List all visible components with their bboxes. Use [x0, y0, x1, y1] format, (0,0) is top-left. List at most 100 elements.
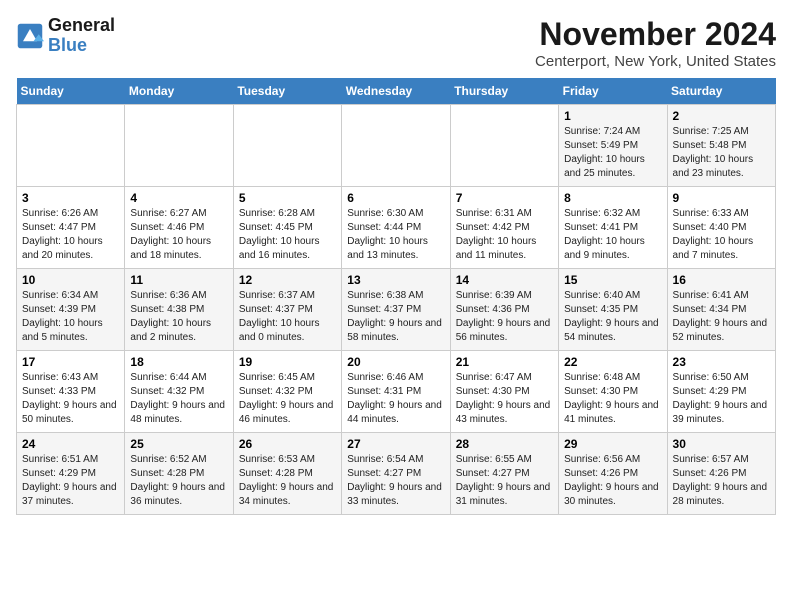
day-number: 26 [239, 437, 336, 451]
calendar-cell [125, 105, 233, 187]
calendar-cell: 30 Sunrise: 6:57 AM Sunset: 4:26 PM Dayli… [667, 433, 775, 515]
day-number: 7 [456, 191, 553, 205]
calendar-table: SundayMondayTuesdayWednesdayThursdayFrid… [16, 78, 776, 515]
day-info: Sunrise: 6:27 AM Sunset: 4:46 PM Dayligh… [130, 207, 227, 263]
calendar-cell: 11 Sunrise: 6:36 AM Sunset: 4:38 PM Dayli… [125, 269, 233, 351]
day-number: 25 [130, 437, 227, 451]
day-number: 13 [347, 273, 444, 287]
day-number: 11 [130, 273, 227, 287]
day-number: 30 [673, 437, 770, 451]
day-info: Sunrise: 6:47 AM Sunset: 4:30 PM Dayligh… [456, 371, 553, 427]
logo-line1: General [48, 16, 115, 36]
logo-icon [16, 22, 44, 50]
day-info: Sunrise: 6:50 AM Sunset: 4:29 PM Dayligh… [673, 371, 770, 427]
day-info: Sunrise: 6:48 AM Sunset: 4:30 PM Dayligh… [564, 371, 661, 427]
calendar-cell: 18 Sunrise: 6:44 AM Sunset: 4:32 PM Dayli… [125, 351, 233, 433]
calendar-cell: 27 Sunrise: 6:54 AM Sunset: 4:27 PM Dayli… [342, 433, 450, 515]
day-info: Sunrise: 6:57 AM Sunset: 4:26 PM Dayligh… [673, 453, 770, 509]
day-number: 2 [673, 109, 770, 123]
day-number: 14 [456, 273, 553, 287]
calendar-cell: 24 Sunrise: 6:51 AM Sunset: 4:29 PM Dayli… [17, 433, 125, 515]
day-info: Sunrise: 6:39 AM Sunset: 4:36 PM Dayligh… [456, 289, 553, 345]
day-number: 16 [673, 273, 770, 287]
day-info: Sunrise: 6:52 AM Sunset: 4:28 PM Dayligh… [130, 453, 227, 509]
day-info: Sunrise: 6:28 AM Sunset: 4:45 PM Dayligh… [239, 207, 336, 263]
day-info: Sunrise: 6:45 AM Sunset: 4:32 PM Dayligh… [239, 371, 336, 427]
day-info: Sunrise: 6:56 AM Sunset: 4:26 PM Dayligh… [564, 453, 661, 509]
weekday-header-row: SundayMondayTuesdayWednesdayThursdayFrid… [17, 78, 776, 105]
logo-text: General Blue [48, 16, 115, 56]
day-number: 10 [22, 273, 119, 287]
day-info: Sunrise: 6:36 AM Sunset: 4:38 PM Dayligh… [130, 289, 227, 345]
day-info: Sunrise: 6:40 AM Sunset: 4:35 PM Dayligh… [564, 289, 661, 345]
day-number: 19 [239, 355, 336, 369]
day-number: 3 [22, 191, 119, 205]
day-info: Sunrise: 6:43 AM Sunset: 4:33 PM Dayligh… [22, 371, 119, 427]
calendar-cell: 20 Sunrise: 6:46 AM Sunset: 4:31 PM Dayli… [342, 351, 450, 433]
day-number: 24 [22, 437, 119, 451]
weekday-header-tuesday: Tuesday [233, 78, 341, 105]
day-number: 23 [673, 355, 770, 369]
day-info: Sunrise: 6:53 AM Sunset: 4:28 PM Dayligh… [239, 453, 336, 509]
day-info: Sunrise: 6:44 AM Sunset: 4:32 PM Dayligh… [130, 371, 227, 427]
weekday-header-friday: Friday [559, 78, 667, 105]
day-number: 20 [347, 355, 444, 369]
calendar-cell: 15Sunrise: 6:40 AM Sunset: 4:35 PM Dayli… [559, 269, 667, 351]
calendar-cell: 4 Sunrise: 6:27 AM Sunset: 4:46 PM Daylig… [125, 187, 233, 269]
day-info: Sunrise: 6:51 AM Sunset: 4:29 PM Dayligh… [22, 453, 119, 509]
calendar-cell [342, 105, 450, 187]
day-number: 27 [347, 437, 444, 451]
weekday-header-wednesday: Wednesday [342, 78, 450, 105]
week-row-4: 24 Sunrise: 6:51 AM Sunset: 4:29 PM Dayli… [17, 433, 776, 515]
weekday-header-sunday: Sunday [17, 78, 125, 105]
calendar-cell: 21Sunrise: 6:47 AM Sunset: 4:30 PM Dayli… [450, 351, 558, 433]
day-info: Sunrise: 6:54 AM Sunset: 4:27 PM Dayligh… [347, 453, 444, 509]
day-info: Sunrise: 7:25 AM Sunset: 5:48 PM Dayligh… [673, 125, 770, 181]
calendar-cell: 9Sunrise: 6:33 AM Sunset: 4:40 PM Daylig… [667, 187, 775, 269]
calendar-cell: 28Sunrise: 6:55 AM Sunset: 4:27 PM Dayli… [450, 433, 558, 515]
title-area: November 2024 Centerport, New York, Unit… [535, 16, 776, 70]
calendar-cell: 6 Sunrise: 6:30 AM Sunset: 4:44 PM Daylig… [342, 187, 450, 269]
day-number: 4 [130, 191, 227, 205]
day-number: 8 [564, 191, 661, 205]
day-number: 22 [564, 355, 661, 369]
week-row-3: 17 Sunrise: 6:43 AM Sunset: 4:33 PM Dayli… [17, 351, 776, 433]
day-info: Sunrise: 6:38 AM Sunset: 4:37 PM Dayligh… [347, 289, 444, 345]
day-info: Sunrise: 6:30 AM Sunset: 4:44 PM Dayligh… [347, 207, 444, 263]
calendar-cell: 17 Sunrise: 6:43 AM Sunset: 4:33 PM Dayli… [17, 351, 125, 433]
calendar-cell: 5 Sunrise: 6:28 AM Sunset: 4:45 PM Daylig… [233, 187, 341, 269]
day-info: Sunrise: 6:31 AM Sunset: 4:42 PM Dayligh… [456, 207, 553, 263]
day-number: 18 [130, 355, 227, 369]
calendar-cell: 23 Sunrise: 6:50 AM Sunset: 4:29 PM Dayli… [667, 351, 775, 433]
weekday-header-saturday: Saturday [667, 78, 775, 105]
day-info: Sunrise: 6:46 AM Sunset: 4:31 PM Dayligh… [347, 371, 444, 427]
logo-line2: Blue [48, 36, 115, 56]
calendar-cell: 3 Sunrise: 6:26 AM Sunset: 4:47 PM Daylig… [17, 187, 125, 269]
calendar-cell: 7 Sunrise: 6:31 AM Sunset: 4:42 PM Daylig… [450, 187, 558, 269]
week-row-1: 3 Sunrise: 6:26 AM Sunset: 4:47 PM Daylig… [17, 187, 776, 269]
day-number: 6 [347, 191, 444, 205]
month-title: November 2024 [535, 16, 776, 53]
calendar-cell: 25 Sunrise: 6:52 AM Sunset: 4:28 PM Dayli… [125, 433, 233, 515]
day-info: Sunrise: 6:33 AM Sunset: 4:40 PM Dayligh… [673, 207, 770, 263]
day-number: 17 [22, 355, 119, 369]
day-info: Sunrise: 6:41 AM Sunset: 4:34 PM Dayligh… [673, 289, 770, 345]
calendar-cell: 12Sunrise: 6:37 AM Sunset: 4:37 PM Dayli… [233, 269, 341, 351]
day-info: Sunrise: 6:32 AM Sunset: 4:41 PM Dayligh… [564, 207, 661, 263]
day-number: 5 [239, 191, 336, 205]
calendar-cell [450, 105, 558, 187]
calendar-cell: 8 Sunrise: 6:32 AM Sunset: 4:41 PM Daylig… [559, 187, 667, 269]
week-row-0: 1Sunrise: 7:24 AM Sunset: 5:49 PM Daylig… [17, 105, 776, 187]
calendar-cell: 26 Sunrise: 6:53 AM Sunset: 4:28 PM Dayli… [233, 433, 341, 515]
calendar-cell: 19 Sunrise: 6:45 AM Sunset: 4:32 PM Dayli… [233, 351, 341, 433]
calendar-cell: 14 Sunrise: 6:39 AM Sunset: 4:36 PM Dayli… [450, 269, 558, 351]
day-number: 28 [456, 437, 553, 451]
day-number: 12 [239, 273, 336, 287]
calendar-cell: 29Sunrise: 6:56 AM Sunset: 4:26 PM Dayli… [559, 433, 667, 515]
calendar-cell: 16 Sunrise: 6:41 AM Sunset: 4:34 PM Dayli… [667, 269, 775, 351]
calendar-cell: 2 Sunrise: 7:25 AM Sunset: 5:48 PM Daylig… [667, 105, 775, 187]
calendar-cell [17, 105, 125, 187]
week-row-2: 10Sunrise: 6:34 AM Sunset: 4:39 PM Dayli… [17, 269, 776, 351]
day-info: Sunrise: 6:26 AM Sunset: 4:47 PM Dayligh… [22, 207, 119, 263]
calendar-cell: 13 Sunrise: 6:38 AM Sunset: 4:37 PM Dayli… [342, 269, 450, 351]
